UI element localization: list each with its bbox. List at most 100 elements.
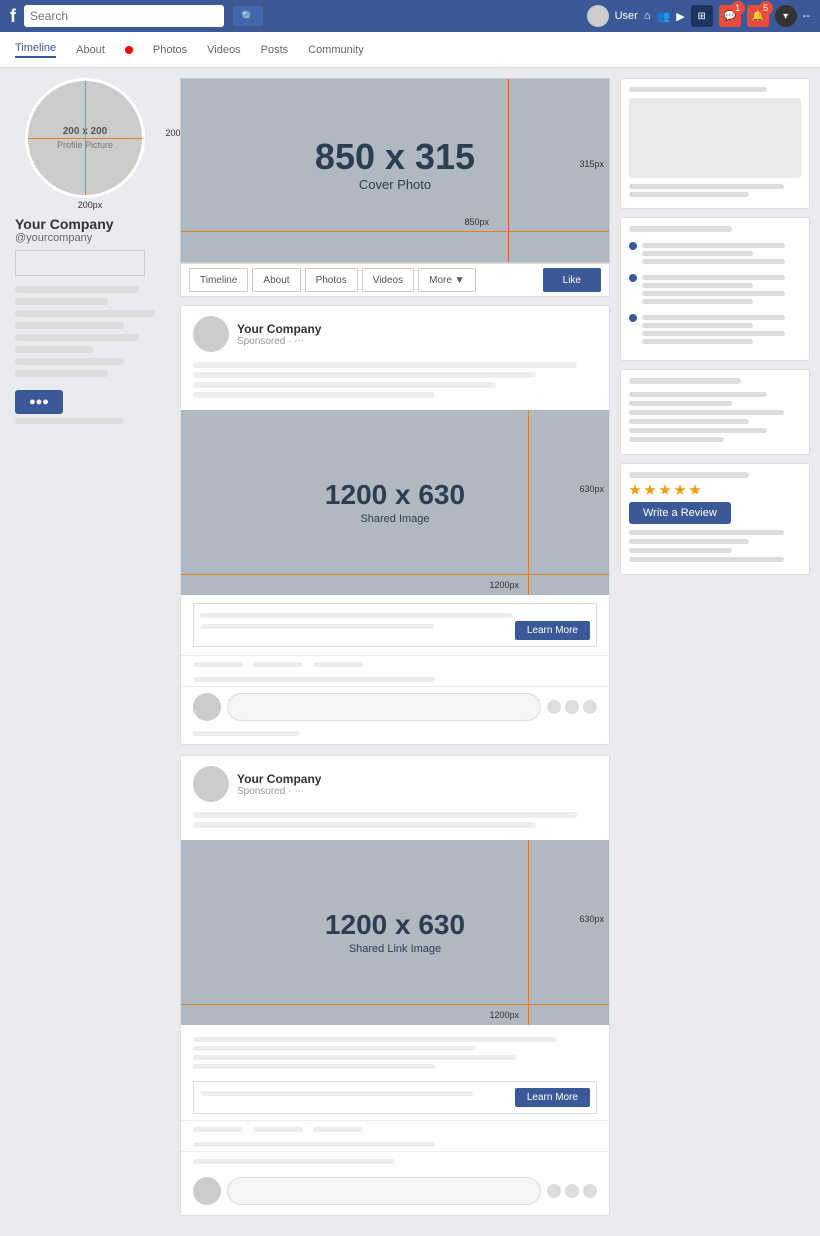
related-entry-2 <box>629 272 801 307</box>
sidebar-link-1 <box>15 286 139 293</box>
post2-sponsored-text <box>200 1091 473 1096</box>
nav-right-area: User ⌂ 👥 ▶ ⊞ 💬 1 🔔 5 ▾ -- <box>587 5 810 27</box>
post-text-lines-1 <box>181 362 609 410</box>
comment-icon-6 <box>583 1184 597 1198</box>
snav-item-videos[interactable]: Videos <box>207 44 240 56</box>
post2-link-line-3 <box>193 1055 516 1060</box>
search-button[interactable]: 🔍 <box>232 5 264 27</box>
profile-picture: 200 x 200 Profile Picture <box>25 78 145 198</box>
sidebar-link-2 <box>15 298 108 305</box>
star-3 <box>659 484 671 496</box>
post-header-1: Your Company Sponsored · ⋯ <box>181 306 609 358</box>
page-handle: @yourcompany <box>15 232 170 244</box>
shared-image-1: 1200 x 630 Shared Image 630px 1200px <box>181 410 609 595</box>
nav-friends-icon[interactable]: 👥 <box>657 10 671 23</box>
snav-item-posts[interactable]: Posts <box>261 44 289 56</box>
shared-image-2: 1200 x 630 Shared Link Image 630px 1200p… <box>181 840 609 1025</box>
post-card-1: Your Company Sponsored · ⋯ 1200 x 630 Sh… <box>180 305 610 745</box>
page-tabs: Timeline About Photos Videos More ▼ Like <box>180 263 610 297</box>
sponsored-title-1 <box>629 87 767 92</box>
sponsored-box-1 <box>620 78 810 209</box>
post-avatar-2 <box>193 766 229 802</box>
related-pages-title <box>629 226 732 232</box>
write-review-button[interactable]: Write a Review <box>629 502 731 524</box>
related-line-2-2 <box>642 283 753 288</box>
tab-videos[interactable]: Videos <box>362 268 414 292</box>
related-line-1-2 <box>642 251 753 256</box>
left-sidebar: 200 x 200 Profile Picture 200px 200px Yo… <box>10 78 180 1226</box>
nav-watch-icon[interactable]: ▶ <box>676 10 684 23</box>
nav-avatar <box>587 5 609 27</box>
snav-item-timeline[interactable]: Timeline <box>15 42 56 58</box>
comment-input-1[interactable] <box>227 693 541 721</box>
shared-630px-label-2: 630px <box>579 914 604 924</box>
tab-timeline[interactable]: Timeline <box>189 268 248 292</box>
comment-avatar-1 <box>193 693 221 721</box>
shared-630px-label-1: 630px <box>579 484 604 494</box>
shared-image-v-line-1 <box>528 410 529 595</box>
action-like-2 <box>193 1127 243 1132</box>
like-box[interactable] <box>15 250 145 276</box>
snav-item-about[interactable]: About <box>76 44 105 56</box>
related-dot-2 <box>629 274 637 282</box>
comment-icon-4 <box>547 1184 561 1198</box>
cover-dim-label: 850 x 315 <box>315 139 475 175</box>
profile-dim-h-line <box>28 138 142 139</box>
sidebar-cta-button[interactable]: ●●● <box>15 390 63 414</box>
post-text-line-2-1 <box>193 812 577 818</box>
pages-may-like-title <box>629 378 741 384</box>
link-box-2: Learn More <box>193 1081 597 1114</box>
star-2 <box>644 484 656 496</box>
post-footer-line-1 <box>193 731 300 736</box>
reactions-2 <box>181 1138 609 1152</box>
tab-about[interactable]: About <box>252 268 300 292</box>
sponsored-image-1 <box>629 98 801 178</box>
page-name: Your Company <box>15 216 170 232</box>
link-text-2 <box>200 624 434 629</box>
share-highlight-2 <box>181 1152 609 1171</box>
nav-home-icon[interactable]: ⌂ <box>644 10 651 22</box>
bell-badge: 5 <box>759 1 773 15</box>
nav-grid-icon[interactable]: ⊞ <box>691 5 713 27</box>
post-name-2: Your Company <box>237 772 321 786</box>
post-cta-button-2[interactable]: Learn More <box>515 1088 590 1107</box>
star-1 <box>629 484 641 496</box>
post-text-line-4 <box>193 392 435 398</box>
link-text-1 <box>200 613 512 618</box>
snav-red-dot <box>125 46 133 54</box>
reactions-1 <box>181 673 609 687</box>
search-input[interactable] <box>24 5 224 27</box>
post-meta-1: Sponsored · ⋯ <box>237 336 321 347</box>
shared-image-text-2: 1200 x 630 Shared Link Image <box>325 911 465 955</box>
sidebar-link-7 <box>15 358 124 365</box>
related-line-2-4 <box>642 299 753 304</box>
cover-photo-label: Cover Photo <box>315 177 475 192</box>
snav-item-photos[interactable]: Photos <box>153 44 187 56</box>
snav-item-community[interactable]: Community <box>308 44 364 56</box>
nav-help-text: -- <box>803 10 810 22</box>
post-info-2: Your Company Sponsored · ⋯ <box>237 772 321 797</box>
post-info-1: Your Company Sponsored · ⋯ <box>237 322 321 347</box>
related-line-2-1 <box>642 275 785 280</box>
post-text-line-3 <box>193 382 496 388</box>
tab-photos[interactable]: Photos <box>305 268 358 292</box>
profile-info: Your Company @yourcompany <box>10 216 170 276</box>
related-dot-1 <box>629 242 637 250</box>
post-cta-button-1[interactable]: Learn More <box>515 621 590 640</box>
nav-settings-icon[interactable]: ▾ <box>775 5 797 27</box>
comment-input-2[interactable] <box>227 1177 541 1205</box>
pmlike-line-6 <box>629 437 724 442</box>
tab-more[interactable]: More ▼ <box>418 268 475 292</box>
action-comment-2 <box>253 1127 303 1132</box>
post-header-2: Your Company Sponsored · ⋯ <box>181 756 609 808</box>
sponsored-text-1-1 <box>629 184 784 189</box>
related-line-3-2 <box>642 323 753 328</box>
comment-icon-2 <box>565 700 579 714</box>
shared-dim-2: 1200 x 630 <box>325 911 465 939</box>
page-like-button[interactable]: Like <box>543 268 601 292</box>
post2-link-line-2 <box>193 1046 476 1051</box>
review-line-2 <box>629 539 749 544</box>
pmlike-line-1 <box>629 392 767 397</box>
related-line-2-3 <box>642 291 785 296</box>
sidebar-link-5 <box>15 334 139 341</box>
